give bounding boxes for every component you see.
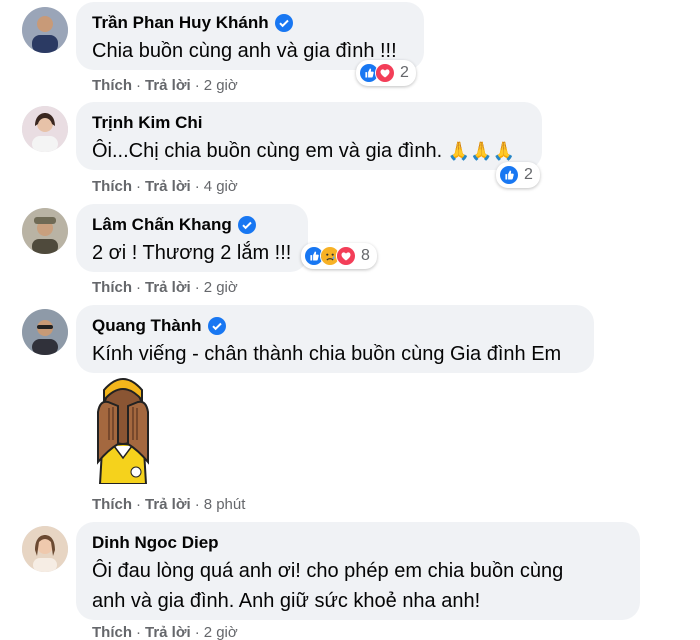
commenter-name[interactable]: Lâm Chấn Khang: [92, 215, 232, 235]
comment-text-line-2: anh và gia đình. Anh giữ sức khoẻ nha an…: [92, 590, 481, 612]
commenter-name[interactable]: Trần Phan Huy Khánh: [92, 13, 269, 33]
commenter-name[interactable]: Trịnh Kim Chi: [92, 113, 203, 133]
comment-text: Ôi...Chị chia buồn cùng em và gia đình.: [92, 140, 443, 162]
verified-badge-icon: [237, 216, 256, 234]
reaction-count: 2: [524, 166, 533, 183]
commenter-name[interactable]: Dinh Ngoc Diep: [92, 533, 219, 553]
comment-timestamp[interactable]: 8 phút: [204, 496, 246, 513]
comment-actions: Thích · Trả lời · 2 giờ: [92, 77, 238, 94]
avatar[interactable]: [22, 208, 68, 254]
verified-badge-icon: [274, 14, 293, 32]
commenter-name[interactable]: Quang Thành: [92, 316, 202, 336]
comment-text-row: Ôi...Chị chia buồn cùng em và gia đình. …: [92, 136, 526, 166]
comment-actions: Thích · Trả lời · 2 giờ: [92, 624, 238, 640]
reaction-summary[interactable]: 2: [356, 60, 416, 86]
avatar[interactable]: [22, 309, 68, 355]
reaction-count: 8: [361, 247, 370, 264]
crying-sticker[interactable]: [92, 372, 154, 484]
comment-text: Kính viếng - chân thành chia buồn cùng G…: [92, 343, 562, 365]
like-link[interactable]: Thích: [92, 178, 132, 195]
comment-actions: Thích · Trả lời · 8 phút: [92, 496, 246, 513]
like-reaction-icon: [499, 165, 519, 185]
like-link[interactable]: Thích: [92, 496, 132, 513]
avatar[interactable]: [22, 106, 68, 152]
comment-timestamp[interactable]: 2 giờ: [204, 279, 238, 296]
like-link[interactable]: Thích: [92, 624, 132, 640]
reply-link[interactable]: Trả lời: [145, 77, 191, 94]
love-reaction-icon: [375, 63, 395, 83]
reply-link[interactable]: Trả lời: [145, 178, 191, 195]
comment-timestamp[interactable]: 2 giờ: [204, 624, 238, 640]
comment-text-line-1: Ôi đau lòng quá anh ơi! cho phép em chia…: [92, 560, 564, 582]
avatar[interactable]: [22, 7, 68, 53]
verified-badge-icon: [207, 317, 226, 335]
comment-bubble: Lâm Chấn Khang 2 ơi ! Thương 2 lắm !!!: [76, 204, 308, 272]
comment-bubble: Quang Thành Kính viếng - chân thành chia…: [76, 305, 594, 373]
reply-link[interactable]: Trả lời: [145, 496, 191, 513]
reaction-count: 2: [400, 64, 409, 81]
reply-link[interactable]: Trả lời: [145, 279, 191, 296]
pray-emoji: 🙏🙏🙏: [447, 141, 516, 161]
comment-timestamp[interactable]: 2 giờ: [204, 77, 238, 94]
reaction-summary[interactable]: 2: [496, 162, 540, 188]
comment-bubble: Trịnh Kim Chi Ôi...Chị chia buồn cùng em…: [76, 102, 542, 170]
like-link[interactable]: Thích: [92, 77, 132, 94]
comment-actions: Thích · Trả lời · 2 giờ: [92, 279, 238, 296]
comment-bubble: Dinh Ngoc Diep Ôi đau lòng quá anh ơi! c…: [76, 522, 640, 620]
comment-text: 2 ơi ! Thương 2 lắm !!!: [92, 242, 292, 264]
reaction-summary[interactable]: 8: [301, 243, 377, 269]
comment-timestamp[interactable]: 4 giờ: [204, 178, 238, 195]
reply-link[interactable]: Trả lời: [145, 624, 191, 640]
avatar[interactable]: [22, 526, 68, 572]
comment-actions: Thích · Trả lời · 4 giờ: [92, 178, 238, 195]
love-reaction-icon: [336, 246, 356, 266]
like-link[interactable]: Thích: [92, 279, 132, 296]
